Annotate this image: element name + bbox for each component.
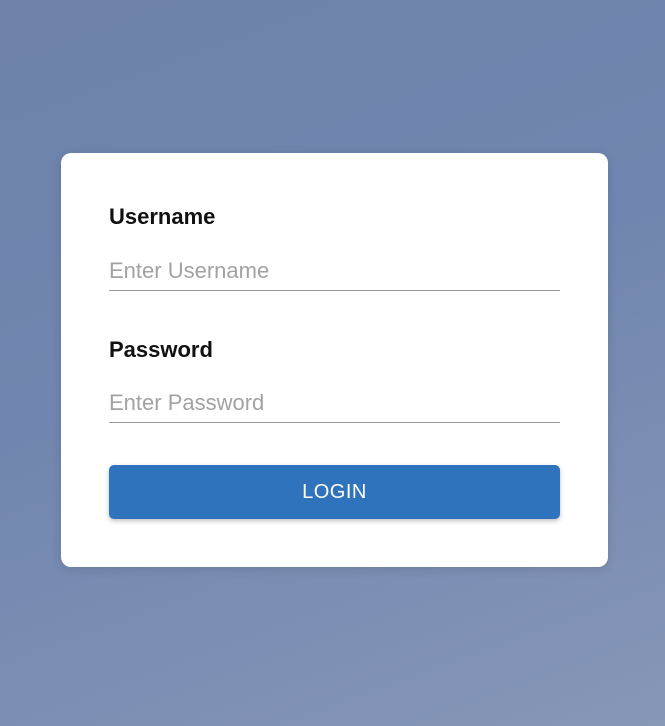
login-button[interactable]: LOGIN xyxy=(109,465,560,519)
username-input[interactable] xyxy=(109,251,560,291)
username-label: Username xyxy=(109,204,216,229)
password-label: Password xyxy=(109,337,213,362)
password-input[interactable] xyxy=(109,383,560,423)
login-card: Username Password LOGIN xyxy=(61,153,608,567)
